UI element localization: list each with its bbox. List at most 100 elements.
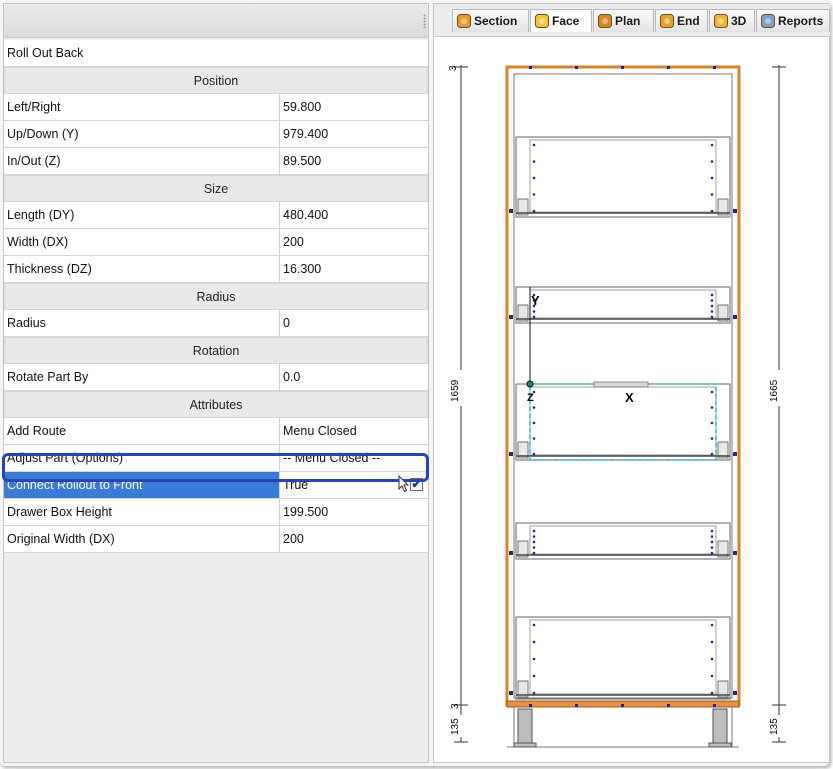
axis-z-label: Z <box>527 392 534 404</box>
center-mark: X <box>625 390 634 405</box>
axis-y-label: Y <box>531 293 540 308</box>
property-row[interactable]: Length (DY) 480.400 <box>4 202 428 229</box>
property-grid-header <box>4 4 428 38</box>
mouse-pointer-icon <box>398 475 410 493</box>
property-value[interactable]: 0 <box>280 310 428 337</box>
property-label: In/Out (Z) <box>4 148 280 175</box>
drawer-box <box>509 383 737 461</box>
drawing-panel: Section Face Plan End 3D Reports 3 1659 3 135 <box>433 3 830 763</box>
property-value[interactable]: 480.400 <box>280 202 428 229</box>
property-grid-title: Roll Out Back <box>4 40 428 67</box>
hole-marker <box>575 66 578 69</box>
tab-section[interactable]: Section <box>452 9 529 32</box>
property-row[interactable]: Drawer Box Height 199.500 <box>4 499 428 526</box>
property-value-text: 200 <box>283 235 304 249</box>
tab-label: End <box>677 14 700 28</box>
cube-3d-icon <box>713 13 729 29</box>
cabinet-carcass <box>505 65 741 748</box>
property-value-text: 979.400 <box>283 127 329 141</box>
property-value-text: 59.800 <box>283 100 322 114</box>
property-row[interactable]: Up/Down (Y) 979.400 <box>4 121 428 148</box>
property-label: Left/Right <box>4 94 280 121</box>
property-row[interactable]: Radius 0 <box>4 310 428 337</box>
dim-left-bottom: 135 <box>450 718 461 735</box>
tab-face[interactable]: Face <box>530 9 592 32</box>
hole-marker <box>621 66 624 69</box>
category-rotation[interactable]: Rotation <box>4 337 428 364</box>
hole-marker <box>529 704 532 707</box>
property-value[interactable]: 199.500 <box>280 499 428 526</box>
dim-right-bottom: 135 <box>769 718 780 735</box>
property-label: Radius <box>4 310 280 337</box>
property-row[interactable]: Add Route Menu Closed <box>4 418 428 445</box>
property-value[interactable]: 89.500 <box>280 148 428 175</box>
property-value-text: 16.300 <box>283 262 322 276</box>
property-row[interactable]: In/Out (Z) 89.500 <box>4 148 428 175</box>
selected-part <box>526 287 717 461</box>
hole-marker <box>667 66 670 69</box>
tab-3d[interactable]: 3D <box>709 9 755 32</box>
property-row[interactable]: Width (DX) 200 <box>4 229 428 256</box>
category-attributes[interactable]: Attributes <box>4 391 428 418</box>
callout-highlight-box <box>2 453 429 482</box>
face-icon <box>534 13 550 29</box>
dim-left-top: 3 <box>448 65 459 71</box>
property-label: Thickness (DZ) <box>4 256 280 283</box>
dim-right-main: 1665 <box>769 379 780 402</box>
tab-label: 3D <box>731 14 747 28</box>
property-value-text: 200 <box>283 532 304 546</box>
hole-marker <box>621 704 624 707</box>
tab-reports[interactable]: Reports <box>756 9 830 32</box>
property-row[interactable]: Thickness (DZ) 16.300 <box>4 256 428 283</box>
tab-label: Section <box>474 14 518 28</box>
reports-icon <box>760 13 776 29</box>
drawer-box <box>509 136 737 218</box>
plan-icon <box>597 13 613 29</box>
property-row[interactable]: Left/Right 59.800 <box>4 94 428 121</box>
property-row[interactable]: Original Width (DX) 200 <box>4 526 428 553</box>
property-value-text: 199.500 <box>283 505 329 519</box>
property-value-text: 89.500 <box>283 154 322 168</box>
drawer-box <box>509 286 737 324</box>
property-value-text: 480.400 <box>283 208 329 222</box>
property-grid: Roll Out Back Position Left/Right 59.800 Up/… <box>3 3 429 763</box>
hole-marker <box>529 66 532 69</box>
tab-label: Plan <box>615 14 641 28</box>
cabinet-legs <box>513 708 732 748</box>
property-label: Rotate Part By <box>4 364 280 391</box>
drawer-box <box>509 522 737 560</box>
application-window: Roll Out Back Position Left/Right 59.800 Up/… <box>0 0 830 766</box>
property-row[interactable]: Rotate Part By 0.0 <box>4 364 428 391</box>
category-size[interactable]: Size <box>4 175 428 202</box>
dim-left-main: 1659 <box>450 379 461 402</box>
property-value[interactable]: 0.0 <box>280 364 428 391</box>
tab-end[interactable]: End <box>655 9 708 32</box>
end-icon <box>659 13 675 29</box>
property-value[interactable]: 16.300 <box>280 256 428 283</box>
hole-marker <box>667 704 670 707</box>
drawer-box <box>509 616 737 700</box>
face-view-drawing: 3 1659 3 135 1665 135 Y Z X <box>448 65 786 748</box>
property-label: Width (DX) <box>4 229 280 256</box>
tab-plan[interactable]: Plan <box>593 9 654 32</box>
property-value-text: 0 <box>283 316 290 330</box>
hole-marker <box>575 704 578 707</box>
tab-label: Face <box>552 14 580 28</box>
property-value[interactable]: 200 <box>280 229 428 256</box>
tab-label: Reports <box>778 14 824 28</box>
hole-marker <box>713 66 716 69</box>
category-radius[interactable]: Radius <box>4 283 428 310</box>
dim-left-bottom-small: 3 <box>450 703 461 709</box>
property-label: Original Width (DX) <box>4 526 280 553</box>
property-value[interactable]: 200 <box>280 526 428 553</box>
property-value-text: 0.0 <box>283 370 301 384</box>
grip-handle-icon[interactable] <box>423 14 426 28</box>
property-value[interactable]: 979.400 <box>280 121 428 148</box>
category-position[interactable]: Position <box>4 67 428 94</box>
section-icon <box>456 13 472 29</box>
property-label: Up/Down (Y) <box>4 121 280 148</box>
view-tabs: Section Face Plan End 3D Reports <box>434 4 830 37</box>
property-value[interactable]: Menu Closed <box>280 418 428 445</box>
property-value[interactable]: 59.800 <box>280 94 428 121</box>
property-value-text: Menu Closed <box>283 424 357 438</box>
